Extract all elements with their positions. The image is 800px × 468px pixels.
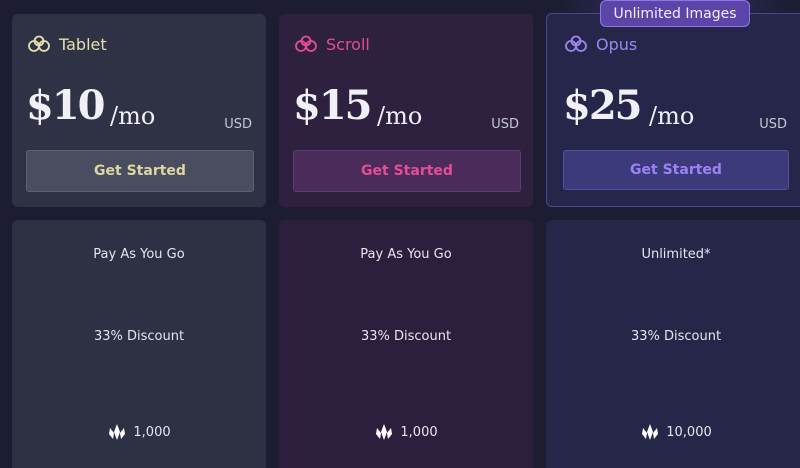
plan-title: Scroll [293, 33, 370, 55]
plan-header-card: Tablet $10 /mo USD Get Started [12, 14, 266, 207]
plan-title: Tablet [26, 33, 107, 55]
plan-title: Opus [563, 33, 637, 55]
gem-icon [107, 423, 127, 441]
currency-label: USD [224, 117, 252, 132]
price-row: $25 /mo USD [563, 80, 787, 132]
get-started-button[interactable]: Get Started [293, 150, 521, 192]
price-period: /mo [110, 102, 156, 130]
credits-amount: 1,000 [400, 424, 438, 440]
feature-billing: Unlimited* [641, 247, 711, 262]
feature-credits: 10,000 [546, 423, 800, 441]
cloud-knot-icon [293, 35, 319, 53]
get-started-button[interactable]: Get Started [563, 150, 789, 190]
price-amount: $15 [293, 82, 372, 129]
cloud-knot-icon [26, 35, 52, 53]
feature-credits: 1,000 [12, 423, 266, 441]
price-amount: $10 [26, 82, 105, 129]
currency-label: USD [491, 117, 519, 132]
cloud-knot-icon [563, 35, 589, 53]
plan-card-opus: Opus $25 /mo USD Get Started Unlimited* … [546, 0, 800, 468]
plan-badge: Unlimited Images [600, 0, 750, 27]
feature-billing: Pay As You Go [360, 247, 452, 262]
feature-discount: 33% Discount [630, 329, 722, 344]
price-period: /mo [377, 102, 423, 130]
gem-icon [640, 423, 660, 441]
credits-amount: 1,000 [133, 424, 171, 440]
feature-discount: 33% Discount [93, 329, 185, 344]
plan-header-card: Opus $25 /mo USD Get Started [546, 13, 800, 207]
feature-credits: 1,000 [279, 423, 533, 441]
credits-amount: 10,000 [666, 424, 712, 440]
price-row: $10 /mo USD [26, 80, 252, 132]
currency-label: USD [759, 117, 787, 132]
price-row: $15 /mo USD [293, 80, 519, 132]
price-amount: $25 [563, 82, 642, 129]
feature-billing: Pay As You Go [93, 247, 185, 262]
plan-name: Scroll [326, 34, 370, 54]
feature-discount: 33% Discount [360, 329, 452, 344]
plan-card-scroll: Scroll $15 /mo USD Get Started Pay As Yo… [279, 0, 533, 468]
gem-icon [374, 423, 394, 441]
plan-name: Tablet [59, 34, 107, 54]
price-period: /mo [649, 102, 695, 130]
plan-header-card: Scroll $15 /mo USD Get Started [279, 14, 533, 207]
get-started-button[interactable]: Get Started [26, 150, 254, 192]
plan-card-tablet: Tablet $10 /mo USD Get Started Pay As Yo… [12, 0, 266, 468]
plan-name: Opus [596, 34, 638, 54]
